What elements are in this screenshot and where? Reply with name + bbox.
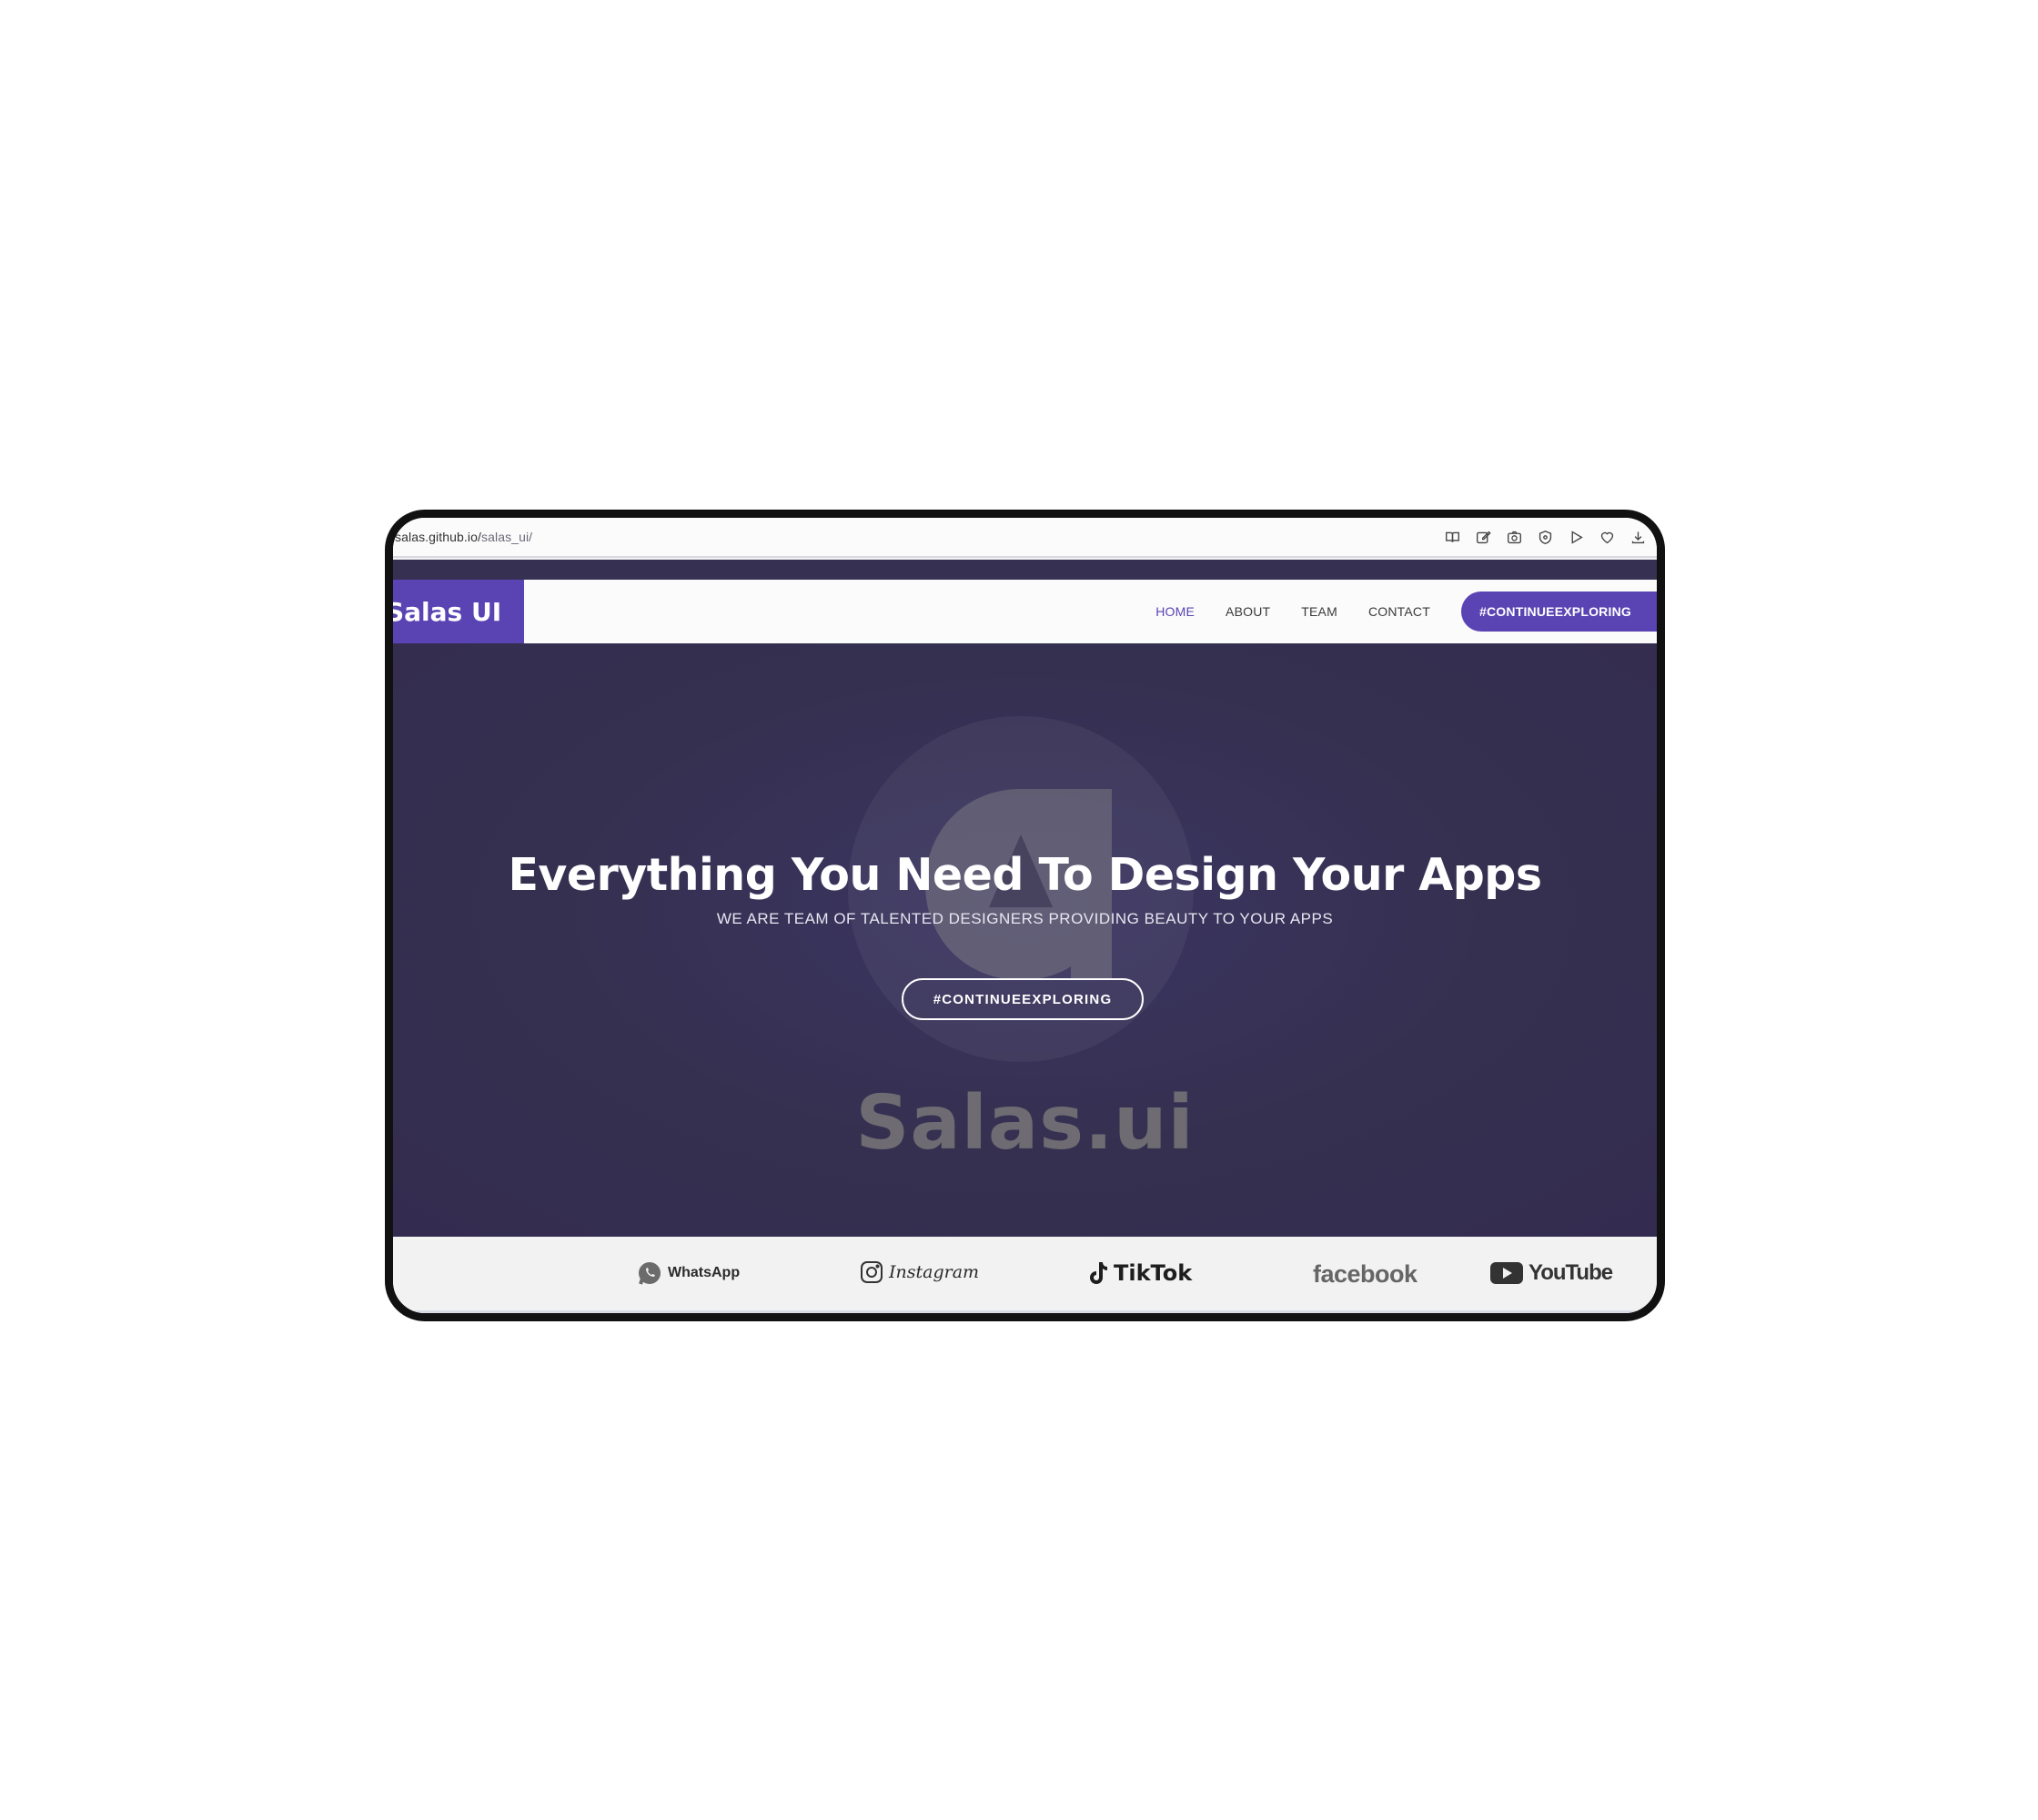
nav-link-contact[interactable]: CONTACT — [1368, 604, 1430, 619]
reader-icon[interactable] — [1444, 529, 1460, 545]
nav-cta-button[interactable]: #CONTINUEEXPLORING — [1461, 592, 1657, 632]
tiktok-icon — [1090, 1262, 1107, 1284]
shield-icon[interactable] — [1537, 529, 1553, 545]
page-top-strip — [393, 560, 1657, 580]
nav-link-about[interactable]: ABOUT — [1226, 604, 1270, 619]
instagram-logo[interactable]: Instagram — [860, 1260, 979, 1284]
url-text[interactable]: salas.github.io/salas_ui/ — [395, 530, 532, 544]
tiktok-label: TikTok — [1114, 1260, 1193, 1286]
youtube-label: YouTube — [1528, 1260, 1613, 1285]
brand-logo[interactable]: Salas UI — [393, 580, 524, 643]
whatsapp-label: WhatsApp — [668, 1265, 741, 1280]
edit-icon[interactable] — [1475, 529, 1491, 545]
nav-link-home[interactable]: HOME — [1155, 604, 1195, 619]
hero-subtitle: WE ARE TEAM OF TALENTED DESIGNERS PROVID… — [716, 910, 1334, 927]
camera-icon[interactable] — [1506, 529, 1522, 545]
tiktok-logo[interactable]: TikTok — [1088, 1260, 1192, 1286]
play-icon[interactable] — [1568, 529, 1584, 545]
nav-link-team[interactable]: TEAM — [1301, 604, 1337, 619]
nav-menu: HOME ABOUT TEAM CONTACT #CONTINUEEXPLORI… — [1155, 580, 1657, 643]
brand-logos-bar: WhatsApp Instagram TikTok facebook YouTu… — [393, 1237, 1657, 1313]
hero-section: Everything You Need To Design Your Apps … — [393, 643, 1657, 1237]
instagram-icon — [861, 1261, 883, 1283]
url-path: salas_ui/ — [481, 530, 533, 544]
youtube-logo[interactable]: YouTube — [1490, 1260, 1613, 1286]
download-icon[interactable] — [1629, 529, 1646, 545]
instagram-label: Instagram — [889, 1262, 980, 1282]
hero-explore-button[interactable]: #CONTINUEEXPLORING — [902, 978, 1144, 1020]
site-navbar: Salas UI HOME ABOUT TEAM CONTACT #CONTIN… — [393, 580, 1657, 643]
youtube-icon — [1490, 1262, 1523, 1284]
whatsapp-icon — [639, 1262, 661, 1285]
heart-icon[interactable] — [1599, 529, 1615, 545]
whatsapp-logo[interactable]: WhatsApp — [637, 1260, 740, 1286]
hero-wordmark: Salas.ui — [855, 1080, 1195, 1167]
facebook-label: facebook — [1313, 1260, 1418, 1288]
hero-title: Everything You Need To Design Your Apps — [508, 849, 1542, 901]
facebook-logo[interactable]: facebook — [1313, 1260, 1418, 1289]
url-host: salas.github.io/ — [395, 530, 481, 544]
device-frame: salas.github.io/salas_ui/ Salas UI HOME … — [385, 510, 1665, 1321]
browser-address-bar[interactable]: salas.github.io/salas_ui/ — [393, 518, 1657, 558]
browser-toolbar — [1444, 529, 1646, 545]
